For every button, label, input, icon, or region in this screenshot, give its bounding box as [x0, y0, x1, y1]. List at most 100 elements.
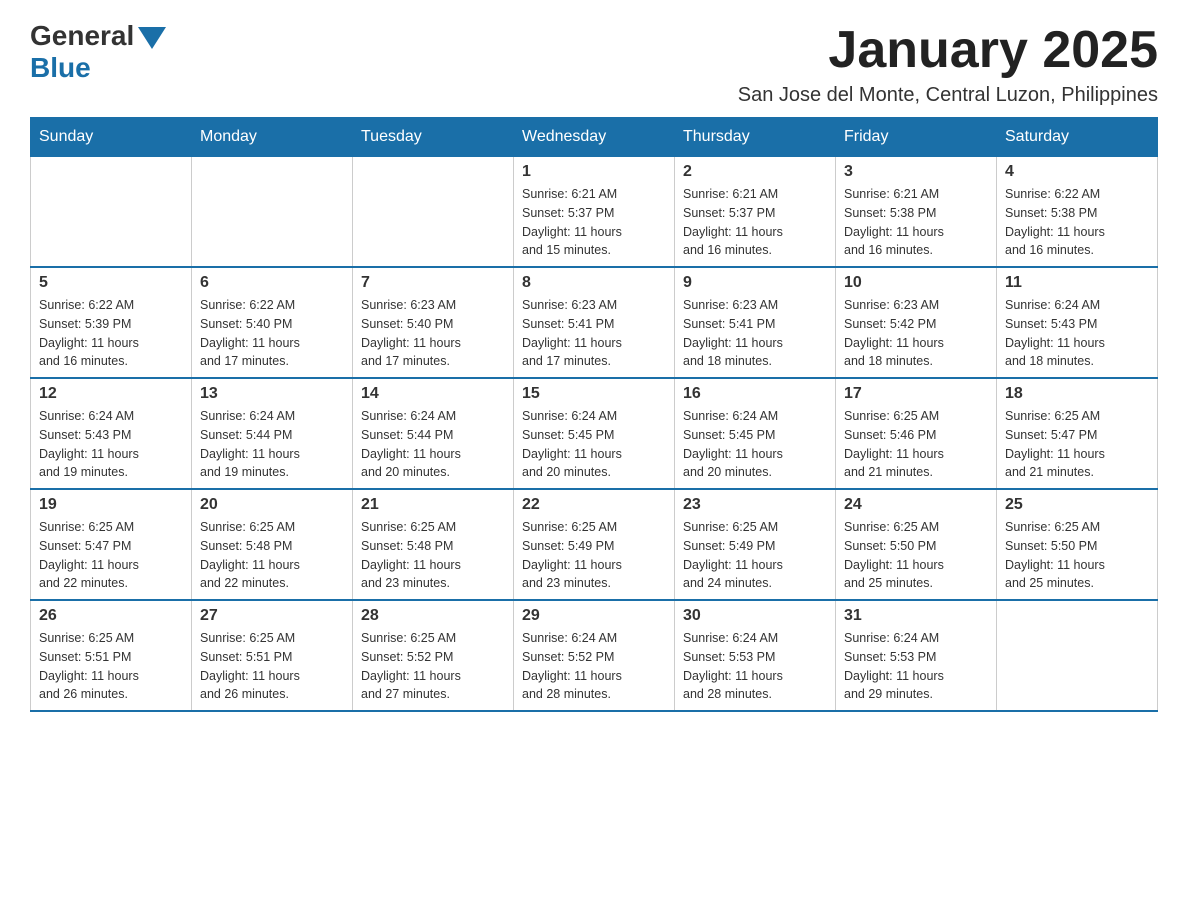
calendar-cell [353, 157, 514, 268]
day-info: Sunrise: 6:23 AMSunset: 5:41 PMDaylight:… [683, 296, 827, 371]
day-info: Sunrise: 6:24 AMSunset: 5:53 PMDaylight:… [844, 629, 988, 704]
logo: General Blue [30, 20, 166, 84]
calendar-cell: 8Sunrise: 6:23 AMSunset: 5:41 PMDaylight… [514, 267, 675, 378]
calendar-cell: 24 Sunrise: 6:25 AMSunset: 5:50 PMDayligh… [836, 489, 997, 600]
day-info: Sunrise: 6:25 AMSunset: 5:50 PMDaylight:… [844, 518, 988, 593]
day-number: 30 [683, 607, 827, 625]
calendar-cell: 29Sunrise: 6:24 AMSunset: 5:52 PMDayligh… [514, 600, 675, 711]
calendar-cell: 6 Sunrise: 6:22 AMSunset: 5:40 PMDaylight… [192, 267, 353, 378]
day-number: 5 [39, 274, 183, 292]
subtitle: San Jose del Monte, Central Luzon, Phili… [738, 84, 1158, 107]
day-number: 7 [361, 274, 505, 292]
day-info: Sunrise: 6:21 AMSunset: 5:38 PMDaylight:… [844, 185, 988, 260]
day-number: 8 [522, 274, 666, 292]
calendar-cell: 18 Sunrise: 6:25 AMSunset: 5:47 PMDayligh… [997, 378, 1158, 489]
day-info: Sunrise: 6:25 AMSunset: 5:50 PMDaylight:… [1005, 518, 1149, 593]
day-info: Sunrise: 6:25 AMSunset: 5:49 PMDaylight:… [522, 518, 666, 593]
day-number: 6 [200, 274, 344, 292]
calendar-cell: 4 Sunrise: 6:22 AMSunset: 5:38 PMDaylight… [997, 157, 1158, 268]
day-number: 9 [683, 274, 827, 292]
calendar-cell: 2Sunrise: 6:21 AMSunset: 5:37 PMDaylight… [675, 157, 836, 268]
day-number: 2 [683, 163, 827, 181]
calendar-cell: 12 Sunrise: 6:24 AMSunset: 5:43 PMDayligh… [31, 378, 192, 489]
day-number: 4 [1005, 163, 1149, 181]
calendar-cell: 14 Sunrise: 6:24 AMSunset: 5:44 PMDayligh… [353, 378, 514, 489]
day-number: 12 [39, 385, 183, 403]
day-info: Sunrise: 6:25 AMSunset: 5:47 PMDaylight:… [1005, 407, 1149, 482]
day-info: Sunrise: 6:23 AMSunset: 5:40 PMDaylight:… [361, 296, 505, 371]
title-area: January 2025 San Jose del Monte, Central… [738, 20, 1158, 107]
calendar-cell [31, 157, 192, 268]
calendar-cell: 15Sunrise: 6:24 AMSunset: 5:45 PMDayligh… [514, 378, 675, 489]
logo-triangle-icon [138, 27, 166, 49]
calendar-cell: 30 Sunrise: 6:24 AMSunset: 5:53 PMDayligh… [675, 600, 836, 711]
day-number: 10 [844, 274, 988, 292]
day-number: 28 [361, 607, 505, 625]
day-info: Sunrise: 6:24 AMSunset: 5:52 PMDaylight:… [522, 629, 666, 704]
calendar-week-row-1: 1 Sunrise: 6:21 AMSunset: 5:37 PMDaylight… [31, 157, 1158, 268]
calendar-cell: 19 Sunrise: 6:25 AMSunset: 5:47 PMDayligh… [31, 489, 192, 600]
calendar-table: SundayMondayTuesdayWednesdayThursdayFrid… [30, 117, 1158, 712]
day-info: Sunrise: 6:24 AMSunset: 5:44 PMDaylight:… [200, 407, 344, 482]
day-info: Sunrise: 6:25 AMSunset: 5:52 PMDaylight:… [361, 629, 505, 704]
day-info: Sunrise: 6:21 AMSunset: 5:37 PMDaylight:… [522, 185, 666, 260]
day-info: Sunrise: 6:25 AMSunset: 5:51 PMDaylight:… [200, 629, 344, 704]
day-info: Sunrise: 6:25 AMSunset: 5:48 PMDaylight:… [361, 518, 505, 593]
day-number: 31 [844, 607, 988, 625]
calendar-cell: 11Sunrise: 6:24 AMSunset: 5:43 PMDayligh… [997, 267, 1158, 378]
calendar-week-row-4: 19 Sunrise: 6:25 AMSunset: 5:47 PMDayligh… [31, 489, 1158, 600]
calendar-header-monday: Monday [192, 118, 353, 157]
day-number: 1 [522, 163, 666, 181]
day-number: 17 [844, 385, 988, 403]
day-info: Sunrise: 6:24 AMSunset: 5:45 PMDaylight:… [683, 407, 827, 482]
day-info: Sunrise: 6:25 AMSunset: 5:46 PMDaylight:… [844, 407, 988, 482]
calendar-header-tuesday: Tuesday [353, 118, 514, 157]
day-info: Sunrise: 6:24 AMSunset: 5:44 PMDaylight:… [361, 407, 505, 482]
day-info: Sunrise: 6:25 AMSunset: 5:51 PMDaylight:… [39, 629, 183, 704]
calendar-header-row: SundayMondayTuesdayWednesdayThursdayFrid… [31, 118, 1158, 157]
calendar-week-row-5: 26 Sunrise: 6:25 AMSunset: 5:51 PMDayligh… [31, 600, 1158, 711]
logo-blue-text: Blue [30, 52, 91, 84]
logo-general-text: General [30, 20, 134, 52]
day-info: Sunrise: 6:25 AMSunset: 5:49 PMDaylight:… [683, 518, 827, 593]
calendar-header-friday: Friday [836, 118, 997, 157]
calendar-header-sunday: Sunday [31, 118, 192, 157]
calendar-cell: 31 Sunrise: 6:24 AMSunset: 5:53 PMDayligh… [836, 600, 997, 711]
calendar-cell: 27 Sunrise: 6:25 AMSunset: 5:51 PMDayligh… [192, 600, 353, 711]
day-number: 22 [522, 496, 666, 514]
day-number: 14 [361, 385, 505, 403]
calendar-cell: 21Sunrise: 6:25 AMSunset: 5:48 PMDayligh… [353, 489, 514, 600]
calendar-cell [192, 157, 353, 268]
main-title: January 2025 [738, 20, 1158, 80]
calendar-cell: 3Sunrise: 6:21 AMSunset: 5:38 PMDaylight… [836, 157, 997, 268]
calendar-cell: 28 Sunrise: 6:25 AMSunset: 5:52 PMDayligh… [353, 600, 514, 711]
calendar-cell: 22 Sunrise: 6:25 AMSunset: 5:49 PMDayligh… [514, 489, 675, 600]
day-info: Sunrise: 6:25 AMSunset: 5:48 PMDaylight:… [200, 518, 344, 593]
calendar-cell: 7 Sunrise: 6:23 AMSunset: 5:40 PMDaylight… [353, 267, 514, 378]
day-info: Sunrise: 6:22 AMSunset: 5:39 PMDaylight:… [39, 296, 183, 371]
calendar-header-thursday: Thursday [675, 118, 836, 157]
day-info: Sunrise: 6:24 AMSunset: 5:43 PMDaylight:… [39, 407, 183, 482]
calendar-week-row-2: 5 Sunrise: 6:22 AMSunset: 5:39 PMDaylight… [31, 267, 1158, 378]
day-info: Sunrise: 6:24 AMSunset: 5:53 PMDaylight:… [683, 629, 827, 704]
day-number: 18 [1005, 385, 1149, 403]
calendar-cell: 5 Sunrise: 6:22 AMSunset: 5:39 PMDaylight… [31, 267, 192, 378]
calendar-cell: 20Sunrise: 6:25 AMSunset: 5:48 PMDayligh… [192, 489, 353, 600]
day-number: 27 [200, 607, 344, 625]
calendar-cell: 1 Sunrise: 6:21 AMSunset: 5:37 PMDaylight… [514, 157, 675, 268]
day-number: 19 [39, 496, 183, 514]
calendar-cell: 13 Sunrise: 6:24 AMSunset: 5:44 PMDayligh… [192, 378, 353, 489]
day-number: 23 [683, 496, 827, 514]
calendar-week-row-3: 12 Sunrise: 6:24 AMSunset: 5:43 PMDayligh… [31, 378, 1158, 489]
day-number: 25 [1005, 496, 1149, 514]
day-number: 13 [200, 385, 344, 403]
calendar-cell: 26 Sunrise: 6:25 AMSunset: 5:51 PMDayligh… [31, 600, 192, 711]
page-header: General Blue January 2025 San Jose del M… [30, 20, 1158, 107]
day-info: Sunrise: 6:22 AMSunset: 5:38 PMDaylight:… [1005, 185, 1149, 260]
calendar-cell: 10Sunrise: 6:23 AMSunset: 5:42 PMDayligh… [836, 267, 997, 378]
day-info: Sunrise: 6:22 AMSunset: 5:40 PMDaylight:… [200, 296, 344, 371]
day-number: 26 [39, 607, 183, 625]
day-number: 15 [522, 385, 666, 403]
day-number: 24 [844, 496, 988, 514]
day-info: Sunrise: 6:25 AMSunset: 5:47 PMDaylight:… [39, 518, 183, 593]
